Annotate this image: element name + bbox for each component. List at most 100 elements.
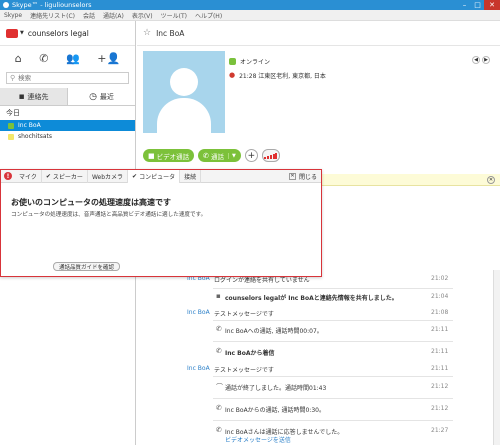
message-text: Inc BoAから着信	[225, 350, 275, 357]
add-button[interactable]: +	[244, 149, 258, 162]
menu-call[interactable]: 通話(A)	[103, 11, 124, 20]
message-time: 21:11	[431, 326, 449, 333]
window-title: Skype™ - liguliounselors	[12, 1, 92, 9]
phone-icon[interactable]: ✆	[39, 52, 48, 65]
search-box[interactable]: ⚲	[6, 72, 129, 84]
tab-connection[interactable]: 接続	[180, 169, 202, 183]
conversation-title: Inc BoA	[156, 28, 185, 38]
call-button[interactable]: ✆ 通話 ▼	[198, 149, 241, 162]
popup-body: コンピュータの処理速度は、音声通話と高品質ビデオ通話に適した速度です。	[11, 212, 207, 218]
alert-icon: !	[4, 172, 12, 180]
close-icon[interactable]: ✕	[487, 176, 495, 184]
tab-label: コンピュータ	[139, 173, 176, 181]
menu-help[interactable]: ヘルプ(H)	[195, 11, 222, 20]
chat-icon	[8, 133, 14, 140]
check-icon: ✔	[45, 172, 51, 180]
tab-contacts-label: 連絡先	[27, 92, 49, 101]
message-text: 通話が終了しました。通話時間01:43	[225, 385, 327, 392]
tab-contacts[interactable]: ▪ 連絡先	[0, 88, 67, 105]
clock-icon: ◷	[89, 91, 97, 102]
close-icon: ✕	[288, 172, 296, 180]
call-end-icon: ⌒	[216, 383, 223, 391]
menu-skype[interactable]: Skype	[4, 12, 22, 19]
tab-label: マイク	[19, 173, 37, 181]
menu-conversation[interactable]: 会話	[83, 11, 95, 20]
tab-speaker[interactable]: ✔ スピーカー	[42, 169, 88, 183]
contact-item[interactable]: Inc BoA	[0, 120, 135, 131]
skype-logo-icon	[3, 2, 9, 8]
tab-computer[interactable]: ✔ コンピュータ	[128, 169, 181, 183]
popup-close-button[interactable]: ✕ 閉じる	[288, 172, 321, 181]
message-text: counselors legalが Inc BoAと連絡先情報を共有しました。	[225, 295, 398, 302]
tab-label: Webカメラ	[91, 173, 124, 181]
search-icon: ⚲	[10, 74, 16, 82]
add-contact-icon[interactable]: +👤	[97, 52, 120, 65]
maximize-button[interactable]: □	[471, 0, 484, 10]
close-button[interactable]: ✕	[484, 0, 500, 10]
contact-item[interactable]: shochitsats	[0, 131, 135, 142]
message-sender: Inc BoA	[187, 309, 210, 316]
message-text: テストメッセージです	[214, 311, 274, 318]
message-time: 21:12	[431, 405, 449, 412]
close-label: 閉じる	[298, 173, 317, 181]
status-icon[interactable]	[6, 28, 18, 38]
tab-recent-label: 最近	[99, 92, 114, 101]
chevron-down-icon[interactable]: ▼	[228, 152, 236, 159]
contact-tabs: ▪ 連絡先 ◷ 最近	[0, 88, 135, 106]
call-label: 通話	[211, 152, 224, 161]
phone-icon: ✆	[216, 404, 222, 412]
message-time: 21:04	[431, 293, 449, 300]
message-time: 21:11	[431, 365, 449, 372]
online-status-icon	[8, 122, 14, 129]
tab-webcam[interactable]: Webカメラ	[88, 169, 129, 183]
star-icon[interactable]: ☆	[143, 28, 151, 38]
video-call-button[interactable]: ■ ビデオ通話	[143, 149, 195, 162]
message-text: テストメッセージです	[214, 367, 274, 374]
profile-nav: ◀ ▶	[470, 56, 490, 64]
message-time: 21:02	[431, 275, 449, 282]
quality-guide-button[interactable]: 通話品質ガイドを確認	[53, 262, 121, 271]
message-time: 21:08	[431, 309, 449, 316]
avatar-head	[170, 68, 198, 96]
profile-info: オンライン ● 21:28 江東区老利, 東京都, 日本	[229, 54, 326, 82]
video-call-label: ビデオ通話	[156, 152, 190, 161]
call-quality-button[interactable]	[261, 149, 280, 162]
tab-recent[interactable]: ◷ 最近	[67, 88, 135, 105]
scrollbar[interactable]	[493, 270, 500, 445]
contact-name: shochitsats	[18, 133, 53, 140]
prev-arrow-icon[interactable]: ◀	[472, 56, 480, 64]
next-arrow-icon[interactable]: ▶	[482, 56, 490, 64]
call-controls: ■ ビデオ通話 ✆ 通話 ▼ +	[143, 149, 280, 162]
check-icon: ✔	[132, 172, 138, 180]
message-time: 21:27	[431, 427, 449, 434]
account-name[interactable]: counselors legal	[28, 29, 89, 38]
phone-icon: ✆	[216, 325, 222, 333]
menu-bar: Skype 連絡先リスト(C) 会話 通話(A) 表示(V) ツール(T) ヘル…	[0, 10, 500, 21]
conversation-header: ☆ Inc BoA	[137, 21, 500, 46]
message-time: 21:11	[431, 348, 449, 355]
tab-label: スピーカー	[52, 173, 83, 181]
menu-view[interactable]: 表示(V)	[132, 11, 153, 20]
chevron-down-icon[interactable]: ▼	[20, 30, 24, 36]
minimize-button[interactable]: –	[458, 0, 471, 10]
today-header: 今日	[6, 109, 20, 117]
toolbar-icons: ⌂ ✆ 👥 +👤	[0, 46, 135, 70]
location-icon: ●	[229, 71, 236, 79]
home-icon[interactable]: ⌂	[15, 52, 22, 65]
group-icon[interactable]: 👥	[66, 52, 80, 65]
message-text: Inc BoAからの通話, 通話時間0:30。	[225, 407, 325, 414]
message-sender: Inc BoA	[187, 365, 210, 372]
video-camera-icon: ■	[148, 151, 155, 160]
account-bar[interactable]: ▼ counselors legal	[0, 21, 135, 46]
title-bar: Skype™ - liguliounselors – □ ✕	[0, 0, 500, 10]
phone-icon: ✆	[216, 426, 222, 434]
menu-contacts[interactable]: 連絡先リスト(C)	[30, 11, 75, 20]
message-text: Inc BoAへの通話, 通話時間00:07。	[225, 328, 323, 335]
menu-tools[interactable]: ツール(T)	[161, 11, 187, 20]
call-quality-popup: ! マイク ✔ スピーカー Webカメラ ✔ コンピュータ 接続 ✕ 閉じる お…	[0, 169, 322, 277]
contact-name: Inc BoA	[18, 122, 41, 129]
search-input[interactable]	[18, 74, 119, 82]
send-video-message-link[interactable]: ビデオメッセージを送信	[225, 435, 291, 444]
phone-icon: ✆	[203, 151, 209, 160]
tab-microphone[interactable]: マイク	[15, 169, 42, 183]
